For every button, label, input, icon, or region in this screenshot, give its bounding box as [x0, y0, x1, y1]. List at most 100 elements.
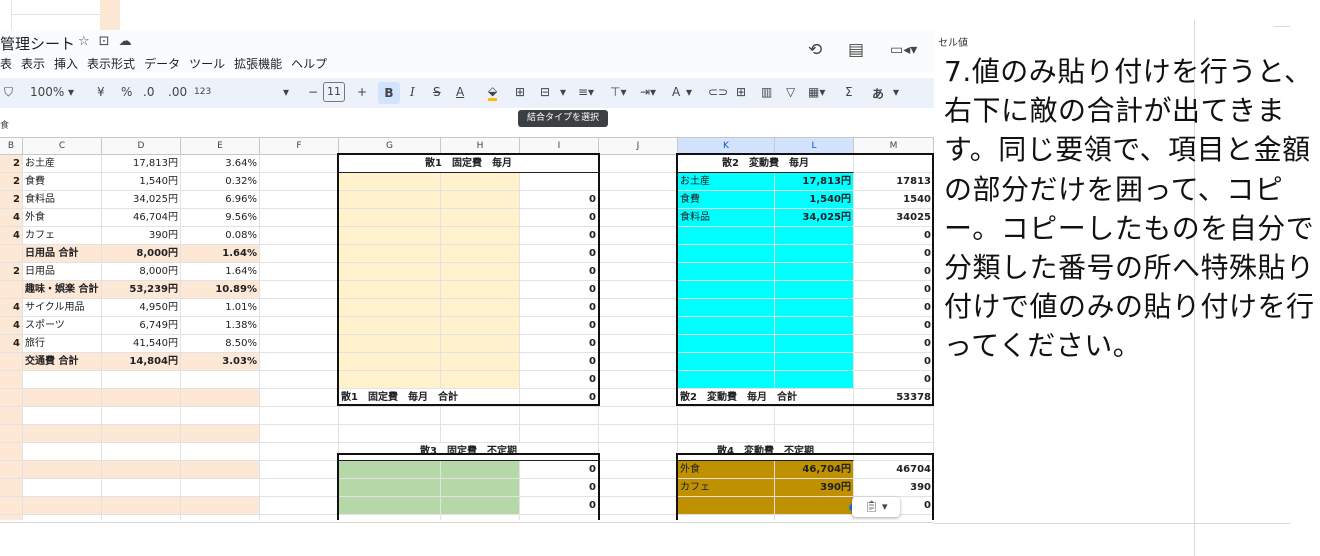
- item-name-cell[interactable]: カフェ: [23, 227, 102, 245]
- category-number-cell[interactable]: [0, 245, 23, 263]
- percent-cell[interactable]: 8.50%: [181, 335, 260, 353]
- empty-cell[interactable]: [181, 389, 260, 407]
- column-header-m[interactable]: M: [854, 138, 934, 155]
- box2-value-cell[interactable]: 0: [854, 317, 934, 335]
- amount-cell[interactable]: 390円: [102, 227, 181, 245]
- box2-amount-cell[interactable]: [775, 281, 854, 299]
- box1-value-cell[interactable]: 0: [520, 245, 599, 263]
- box3-amount-cell[interactable]: [441, 479, 520, 497]
- empty-cell[interactable]: [0, 515, 23, 520]
- box2-item-cell[interactable]: 食費: [678, 191, 775, 209]
- box1-value-cell[interactable]: 0: [520, 227, 599, 245]
- box4-amount-cell[interactable]: 46,704円: [775, 461, 854, 479]
- empty-cell[interactable]: [23, 443, 102, 461]
- percent-cell[interactable]: 1.01%: [181, 299, 260, 317]
- box2-item-cell[interactable]: [678, 371, 775, 389]
- box2-item-cell[interactable]: 食料品: [678, 209, 775, 227]
- empty-cell[interactable]: [854, 155, 934, 173]
- percent-cell[interactable]: 1.64%: [181, 263, 260, 281]
- empty-cell[interactable]: [23, 425, 102, 443]
- empty-cell[interactable]: [599, 227, 678, 245]
- amount-cell[interactable]: 41,540円: [102, 335, 181, 353]
- box4-amount-cell[interactable]: [775, 497, 854, 515]
- link-icon[interactable]: ⊂⊃: [708, 85, 728, 99]
- category-number-cell[interactable]: 4: [0, 299, 23, 317]
- empty-cell[interactable]: [181, 425, 260, 443]
- font-size-decrease[interactable]: −: [308, 85, 318, 99]
- box1-item-cell[interactable]: [339, 245, 441, 263]
- box1-value-cell[interactable]: 0: [520, 263, 599, 281]
- item-name-cell[interactable]: 外食: [23, 209, 102, 227]
- box2-amount-cell[interactable]: [775, 299, 854, 317]
- box2-amount-cell[interactable]: [775, 371, 854, 389]
- subtotal-label-cell[interactable]: 日用品 合計: [23, 245, 102, 263]
- number-format-button[interactable]: 123: [194, 87, 211, 97]
- text-rotate-icon[interactable]: A: [672, 85, 680, 99]
- box2-item-cell[interactable]: [678, 317, 775, 335]
- empty-cell[interactable]: [441, 407, 520, 425]
- item-name-cell[interactable]: 食料品: [23, 191, 102, 209]
- bold-button[interactable]: B: [378, 82, 400, 104]
- paint-format-icon[interactable]: ⛉: [4, 85, 13, 100]
- box2-item-cell[interactable]: お土産: [678, 173, 775, 191]
- amount-cell[interactable]: 17,813円: [102, 155, 181, 173]
- empty-cell[interactable]: [181, 461, 260, 479]
- category-number-cell[interactable]: 2: [0, 263, 23, 281]
- empty-cell[interactable]: [102, 371, 181, 389]
- empty-cell[interactable]: [260, 263, 339, 281]
- text-rotate-dropdown-icon[interactable]: ▾: [686, 85, 692, 99]
- box1-item-cell[interactable]: [339, 173, 441, 191]
- empty-cell[interactable]: [0, 407, 23, 425]
- empty-cell[interactable]: [260, 191, 339, 209]
- move-icon[interactable]: ⊡: [99, 34, 119, 49]
- empty-cell[interactable]: [0, 389, 23, 407]
- box1-item-cell[interactable]: [339, 227, 441, 245]
- amount-cell[interactable]: 46,704円: [102, 209, 181, 227]
- box2-amount-cell[interactable]: 17,813円: [775, 173, 854, 191]
- percent-cell[interactable]: 0.32%: [181, 173, 260, 191]
- empty-cell[interactable]: [599, 335, 678, 353]
- box4-item-cell[interactable]: [678, 497, 775, 515]
- category-number-cell[interactable]: 4: [0, 335, 23, 353]
- item-name-cell[interactable]: 食費: [23, 173, 102, 191]
- box2-item-cell[interactable]: [678, 299, 775, 317]
- menu-item-data[interactable]: データ: [144, 55, 180, 72]
- box1-total-label[interactable]: 散1 固定費 毎月 合計: [339, 389, 520, 407]
- empty-cell[interactable]: [599, 263, 678, 281]
- empty-cell[interactable]: [854, 407, 934, 425]
- subtotal-label-cell[interactable]: 交通費 合計: [23, 353, 102, 371]
- box4-value-cell[interactable]: 46704: [854, 461, 934, 479]
- box2-amount-cell[interactable]: 1,540円: [775, 191, 854, 209]
- box1-item-cell[interactable]: [339, 263, 441, 281]
- category-number-cell[interactable]: 4: [0, 317, 23, 335]
- empty-cell[interactable]: [23, 389, 102, 407]
- empty-cell[interactable]: [520, 407, 599, 425]
- input-tools-button[interactable]: あ: [872, 85, 884, 102]
- box4-item-cell[interactable]: 外食: [678, 461, 775, 479]
- box1-amount-cell[interactable]: [441, 335, 520, 353]
- strikethrough-button[interactable]: S: [433, 85, 441, 99]
- box1-amount-cell[interactable]: [441, 299, 520, 317]
- empty-cell[interactable]: [599, 209, 678, 227]
- box4-item-cell[interactable]: カフェ: [678, 479, 775, 497]
- empty-cell[interactable]: [599, 155, 678, 173]
- box1-value-cell[interactable]: 0: [520, 209, 599, 227]
- empty-cell[interactable]: [260, 407, 339, 425]
- column-header-i[interactable]: I: [520, 138, 599, 155]
- box2-value-cell[interactable]: 0: [854, 245, 934, 263]
- empty-cell[interactable]: [0, 479, 23, 497]
- borders-icon[interactable]: ⊞: [515, 85, 525, 99]
- box1-item-cell[interactable]: [339, 281, 441, 299]
- box2-item-cell[interactable]: [678, 245, 775, 263]
- box3-amount-cell[interactable]: [441, 497, 520, 515]
- empty-cell[interactable]: [23, 479, 102, 497]
- decrease-decimal-button[interactable]: .0: [143, 85, 154, 99]
- category-number-cell[interactable]: [0, 353, 23, 371]
- box3-item-cell[interactable]: [339, 479, 441, 497]
- empty-cell[interactable]: [599, 245, 678, 263]
- empty-cell[interactable]: [102, 515, 181, 520]
- empty-cell[interactable]: [260, 389, 339, 407]
- box2-value-cell[interactable]: 0: [854, 263, 934, 281]
- box2-amount-cell[interactable]: [775, 335, 854, 353]
- box2-value-cell[interactable]: 0: [854, 281, 934, 299]
